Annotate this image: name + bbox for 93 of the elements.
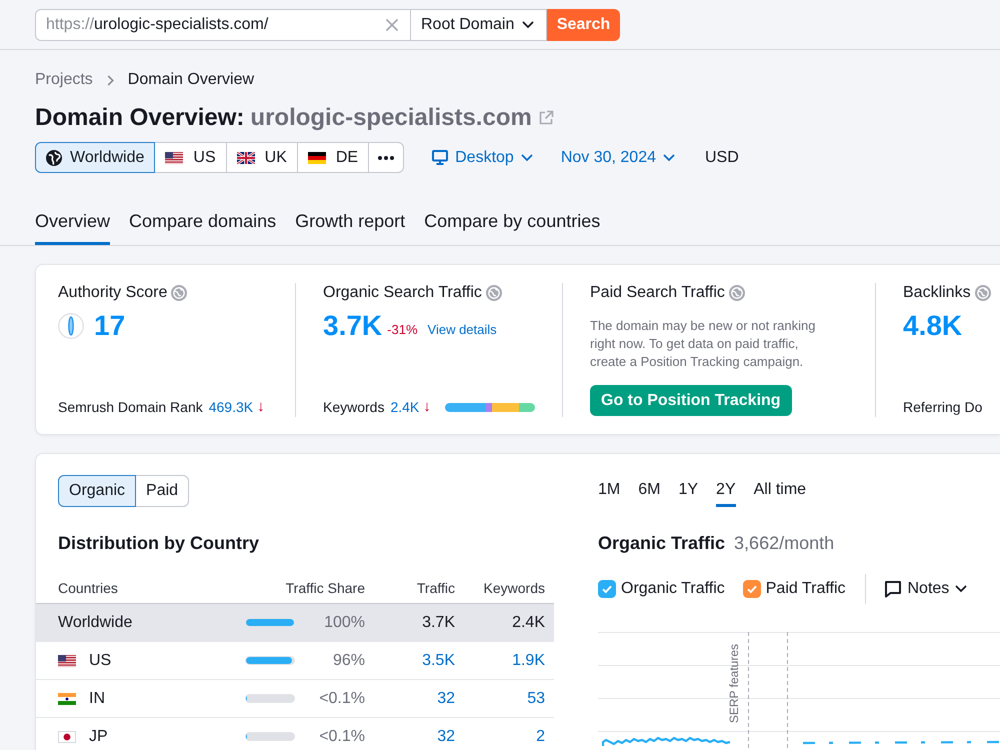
period-tab[interactable]: 2Y	[716, 475, 736, 507]
footer-label: Keywords	[323, 398, 384, 417]
metric-value: 3.7K	[323, 309, 382, 343]
traffic-value[interactable]: 3.5K	[365, 652, 455, 670]
chart-summary: 3,662/month	[734, 532, 834, 555]
keywords-value[interactable]: 1.9K	[455, 652, 545, 670]
footer-value[interactable]: 469.3K	[208, 397, 254, 417]
traffic-value[interactable]: 32	[365, 690, 455, 708]
chevron-down-icon	[520, 154, 533, 162]
keywords-value[interactable]: 2	[455, 728, 545, 746]
column-header[interactable]: Traffic	[365, 580, 455, 596]
tab[interactable]: Compare domains	[129, 210, 276, 245]
metric-title: Paid Search Traffic	[590, 283, 725, 303]
share-value: <0.1%	[318, 728, 365, 746]
tab[interactable]: Overview	[35, 210, 110, 245]
globe-icon[interactable]	[728, 285, 745, 301]
clear-icon[interactable]	[386, 19, 398, 31]
period-tab[interactable]: 1Y	[678, 475, 698, 507]
marker-label: SERP features	[727, 644, 741, 724]
japan-flag-icon	[58, 730, 76, 742]
metric-title: Backlinks	[903, 283, 971, 303]
column-header: Countries	[58, 580, 119, 596]
legend-checkbox[interactable]	[598, 580, 616, 598]
column-header[interactable]: Traffic Share	[245, 580, 365, 596]
breadcrumb-link[interactable]: Projects	[35, 70, 93, 90]
database-button[interactable]: DE	[296, 142, 370, 173]
view-details-link[interactable]: View details	[428, 322, 497, 336]
metric-title: Organic Search Traffic	[323, 283, 482, 303]
metric-value: 4.8K	[903, 309, 962, 343]
page-title: Domain Overview:	[35, 105, 244, 131]
period-tab[interactable]: 6M	[638, 475, 660, 507]
domain-name: urologic-specialists.com	[250, 105, 532, 131]
notes-icon	[884, 580, 902, 598]
empty-state-text: The domain may be new or not ranking right now. To get data on paid traffic, create a Position Tracking campaign.	[590, 317, 816, 371]
legend-label[interactable]: Paid Traffic	[766, 580, 846, 598]
share-value: 96%	[332, 652, 365, 670]
uk-flag-icon	[236, 152, 255, 164]
country-name: Worldwide	[58, 614, 132, 632]
country-name[interactable]: IN	[89, 690, 105, 708]
url-field[interactable]: https://urologic-specialists.com/	[35, 9, 411, 41]
country-name[interactable]: JP	[89, 728, 108, 746]
chart-title: Organic Traffic	[598, 532, 726, 555]
external-link-icon[interactable]	[538, 110, 554, 126]
traffic-type-tab[interactable]: Organic	[58, 475, 136, 507]
us-flag-icon	[165, 152, 184, 164]
de-flag-icon	[308, 152, 326, 164]
date-dropdown[interactable]: Nov 30, 2024	[560, 148, 675, 166]
traffic-value[interactable]: 32	[365, 728, 455, 746]
chevron-down-icon	[522, 21, 534, 29]
currency-label[interactable]: USD	[705, 148, 739, 166]
chevron-right-icon	[106, 74, 114, 86]
us-flag-icon	[58, 654, 76, 666]
metric-title: Authority Score	[58, 283, 168, 303]
keywords-value[interactable]: 53	[455, 690, 545, 708]
legend-checkbox[interactable]	[742, 580, 761, 598]
globe-icon[interactable]	[171, 285, 188, 301]
section-title: Distribution by Country	[58, 532, 260, 555]
footer-label: Semrush Domain Rank	[58, 398, 203, 417]
database-button[interactable]: US	[154, 142, 227, 173]
globe-icon[interactable]	[974, 285, 991, 301]
legend-label[interactable]: Organic Traffic	[621, 580, 725, 598]
chevron-down-icon	[663, 154, 675, 162]
score-gauge-icon	[58, 313, 84, 339]
chevron-down-icon	[955, 585, 968, 593]
breadcrumb-current: Domain Overview	[128, 70, 254, 90]
traffic-type-tab[interactable]: Paid	[135, 475, 190, 507]
database-button[interactable]: UK	[226, 142, 298, 173]
more-button[interactable]	[368, 142, 404, 173]
trend-arrow: ↓	[423, 397, 431, 417]
column-header[interactable]: Keywords	[455, 580, 545, 596]
traffic-value: 3.7K	[421, 614, 455, 632]
globe-icon	[46, 150, 62, 166]
footer-label: Referring Do	[903, 398, 982, 417]
tab[interactable]: Compare by countries	[424, 210, 600, 245]
share-value: 100%	[323, 614, 365, 632]
change-percent: -31%	[387, 322, 418, 336]
device-dropdown[interactable]: Desktop	[432, 148, 533, 166]
footer-value[interactable]: 2.4K	[390, 397, 420, 417]
scope-dropdown[interactable]: Root Domain	[411, 9, 547, 41]
india-flag-icon	[58, 692, 76, 704]
monitor-icon	[432, 150, 448, 165]
period-tab[interactable]: 1M	[598, 475, 620, 507]
database-button[interactable]: Worldwide	[35, 142, 156, 173]
period-tab[interactable]: All time	[754, 475, 806, 507]
globe-icon[interactable]	[486, 285, 502, 301]
metric-value: 17	[94, 309, 126, 343]
trend-arrow: ↓	[257, 397, 265, 417]
keywords-value: 2.4K	[511, 614, 545, 632]
country-name[interactable]: US	[89, 652, 112, 670]
share-value: <0.1%	[318, 690, 365, 708]
tab[interactable]: Growth report	[295, 210, 406, 245]
notes-button[interactable]: Notes	[884, 580, 968, 598]
more-icon	[378, 156, 394, 160]
